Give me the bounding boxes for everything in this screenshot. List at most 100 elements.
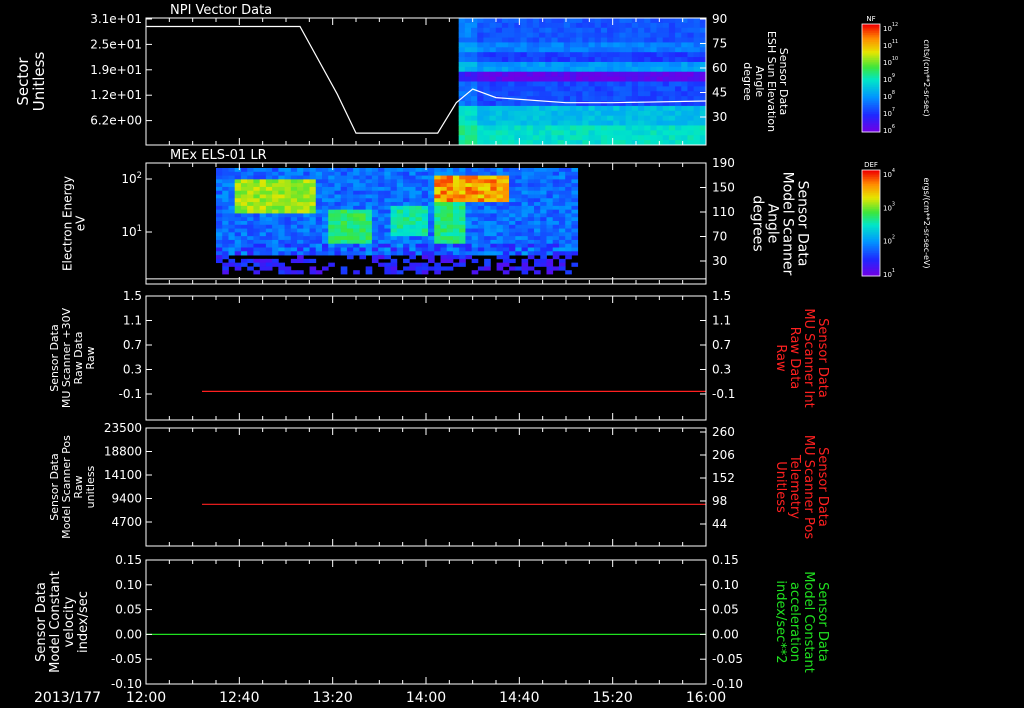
colorbar-units: cnts/(cm**2-sr-sec) bbox=[922, 39, 931, 116]
spectrogram-cell bbox=[552, 232, 560, 237]
spectrogram-cell bbox=[328, 221, 335, 226]
spectrogram-cell bbox=[607, 125, 614, 131]
spectrogram-cell bbox=[576, 76, 583, 82]
spectrogram-cell bbox=[346, 213, 354, 218]
spectrogram-cell bbox=[315, 202, 323, 207]
spectrogram-cell bbox=[458, 96, 466, 102]
spectrogram-cell bbox=[434, 239, 441, 245]
spectrogram-cell bbox=[508, 66, 515, 73]
spectrogram-cell bbox=[501, 105, 509, 112]
spectrogram-cell bbox=[631, 86, 639, 92]
spectrogram-cell bbox=[490, 243, 498, 248]
spectrogram-cell bbox=[477, 47, 484, 53]
spectrogram-cell bbox=[477, 247, 485, 252]
spectrogram-cell bbox=[378, 194, 385, 199]
spectrogram-cell bbox=[371, 251, 379, 256]
spectrogram-cell bbox=[378, 183, 385, 188]
spectrogram-cell bbox=[571, 198, 579, 203]
spectrogram-cell bbox=[496, 239, 504, 245]
spectrogram-cell bbox=[365, 179, 373, 184]
spectrogram-cell bbox=[328, 183, 335, 188]
panel-5: Sensor Data Model Constant velocity index/s… bbox=[34, 559, 830, 685]
spectrogram-cell bbox=[359, 194, 367, 199]
spectrogram-cell bbox=[483, 86, 491, 92]
spectrogram-cell bbox=[539, 130, 546, 136]
spectrogram-cell bbox=[428, 266, 435, 271]
spectrogram-cell bbox=[378, 175, 385, 180]
spectrogram-cell bbox=[625, 81, 633, 87]
right-axis-label: Sensor DataESH Sun ElevationAngledegree bbox=[741, 31, 790, 132]
spectrogram-cell bbox=[477, 217, 485, 222]
spectrogram-cell bbox=[557, 57, 565, 63]
spectrogram-cell bbox=[378, 198, 385, 203]
spectrogram-cell bbox=[259, 232, 267, 237]
spectrogram-cell bbox=[458, 57, 466, 63]
spectrogram-cell bbox=[378, 213, 385, 218]
spectrogram-cell bbox=[272, 183, 279, 188]
spectrogram-cell bbox=[458, 130, 466, 136]
spectrogram-cell bbox=[428, 183, 435, 188]
spectrogram-cell bbox=[520, 105, 528, 112]
spectrogram-cell bbox=[409, 198, 416, 203]
spectrogram-cell bbox=[428, 194, 435, 199]
spectrogram-cell bbox=[508, 61, 515, 68]
spectrogram-cell bbox=[390, 243, 398, 248]
spectrogram-cell bbox=[216, 258, 223, 264]
spectrogram-cell bbox=[253, 224, 261, 229]
spectrogram-cell bbox=[409, 232, 416, 237]
spectrogram-cell bbox=[569, 101, 577, 107]
spectrogram-cell bbox=[625, 57, 633, 63]
spectrogram-cell bbox=[571, 221, 579, 226]
spectrogram-cell bbox=[409, 168, 416, 173]
spectrogram-cell bbox=[515, 221, 522, 226]
spectrogram-cell bbox=[278, 270, 285, 275]
spectrogram-cell bbox=[644, 27, 651, 34]
spectrogram-cell bbox=[509, 190, 516, 195]
spectrogram-cell bbox=[508, 91, 515, 97]
spectrogram-cell bbox=[521, 251, 529, 256]
spectrogram-cell bbox=[483, 22, 491, 29]
left-tick-label: 1.5 bbox=[123, 289, 142, 303]
spectrogram-cell bbox=[644, 71, 651, 78]
spectrogram-cell bbox=[471, 247, 479, 252]
right-tick-label: 45 bbox=[712, 86, 727, 100]
spectrogram-cell bbox=[532, 42, 540, 48]
spectrogram-cell bbox=[521, 168, 529, 173]
spectrogram-cell bbox=[378, 179, 385, 184]
spectrogram-cell bbox=[340, 224, 348, 229]
spectrogram-cell bbox=[489, 81, 497, 87]
spectrogram-cell bbox=[483, 76, 491, 82]
spectrogram-cell bbox=[521, 202, 529, 207]
spectrogram-cell bbox=[371, 205, 379, 211]
spectrogram-cell bbox=[384, 175, 391, 180]
spectrogram-cell bbox=[693, 22, 701, 29]
spectrogram-cell bbox=[675, 42, 682, 48]
spectrogram-cell bbox=[409, 266, 416, 271]
spectrogram-cell bbox=[315, 239, 323, 245]
spectrogram-cell bbox=[534, 186, 541, 192]
spectrogram-cell bbox=[551, 52, 559, 58]
spectrogram-cell bbox=[415, 228, 423, 233]
spectrogram-cell bbox=[637, 115, 645, 122]
spectrogram-cell bbox=[328, 190, 335, 195]
spectrogram-cell bbox=[484, 221, 491, 226]
spectrogram-cell bbox=[563, 115, 571, 122]
spectrogram-cell bbox=[322, 243, 329, 248]
spectrogram-cell bbox=[459, 209, 466, 214]
spectrogram-cell bbox=[322, 168, 329, 173]
spectrogram-cell bbox=[539, 120, 546, 126]
spectrogram-cell bbox=[675, 130, 682, 136]
spectrogram-cell bbox=[278, 217, 285, 222]
spectrogram-cell bbox=[681, 81, 688, 87]
spectrogram-cell bbox=[452, 262, 460, 267]
spectrogram-cell bbox=[428, 171, 435, 176]
spectrogram-cell bbox=[371, 179, 379, 184]
spectrogram-cell bbox=[662, 110, 670, 117]
spectrogram-cell bbox=[346, 179, 354, 184]
spectrogram-cell bbox=[334, 232, 342, 237]
spectrogram-cell bbox=[303, 179, 310, 184]
spectrogram-cell bbox=[222, 190, 229, 195]
spectrogram-cell bbox=[631, 76, 639, 82]
spectrogram-cell bbox=[569, 42, 577, 48]
spectrogram-cell bbox=[558, 209, 566, 214]
